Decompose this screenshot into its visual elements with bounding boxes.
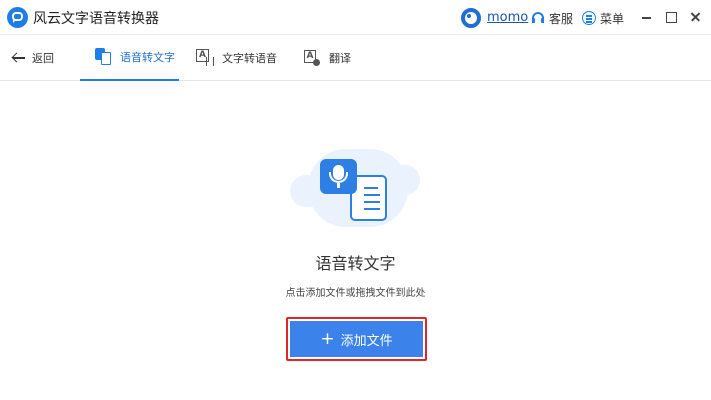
- section-title: 语音转文字: [315, 254, 396, 273]
- tab-speech-to-text[interactable]: 语音转文字: [80, 35, 179, 81]
- menu-icon: [582, 11, 596, 25]
- tab-label: 文字转语音: [222, 52, 277, 65]
- microphone-icon: [320, 159, 357, 194]
- tab-label: 语音转文字: [120, 51, 175, 64]
- app-logo-icon: [7, 7, 28, 28]
- back-button[interactable]: 返回: [12, 49, 54, 67]
- username-link[interactable]: momo: [487, 10, 528, 25]
- minimize-button[interactable]: [639, 9, 655, 25]
- menu-button[interactable]: 菜单: [582, 9, 624, 27]
- plus-icon: +: [320, 328, 335, 349]
- file-drop-area[interactable]: 语音转文字 点击添加文件或拖拽文件到此处 + 添加文件: [0, 81, 711, 400]
- menu-label: 菜单: [600, 11, 625, 26]
- translate-icon: A: [303, 49, 321, 67]
- maximize-button[interactable]: [663, 9, 679, 25]
- add-file-label: 添加文件: [340, 333, 393, 349]
- text-to-speech-icon: A: [196, 49, 214, 67]
- tab-label: 翻译: [329, 52, 351, 65]
- arrow-left-icon: [12, 52, 26, 64]
- close-button[interactable]: [688, 9, 704, 25]
- customer-service-label: 客服: [549, 11, 574, 26]
- back-label: 返回: [32, 52, 54, 65]
- add-file-button[interactable]: + 添加文件: [290, 321, 423, 357]
- headset-icon: [531, 11, 545, 25]
- speech-to-text-icon: [94, 48, 112, 66]
- tab-bar: 返回 语音转文字 A 文字转语音 A 翻译: [0, 35, 711, 81]
- customer-service-button[interactable]: 客服: [531, 9, 573, 27]
- user-account[interactable]: momo: [461, 7, 528, 28]
- avatar-icon: [461, 7, 481, 28]
- drop-hint: 点击添加文件或拖拽文件到此处: [285, 288, 426, 299]
- title-bar: 风云文字语音转换器 momo 客服 菜单: [0, 0, 711, 35]
- speech-to-text-illustration: [290, 147, 425, 237]
- tab-text-to-speech[interactable]: A 文字转语音: [196, 35, 277, 81]
- tab-translate[interactable]: A 翻译: [303, 35, 351, 81]
- add-file-button-highlight[interactable]: + 添加文件: [286, 317, 427, 361]
- app-title: 风云文字语音转换器: [33, 11, 159, 27]
